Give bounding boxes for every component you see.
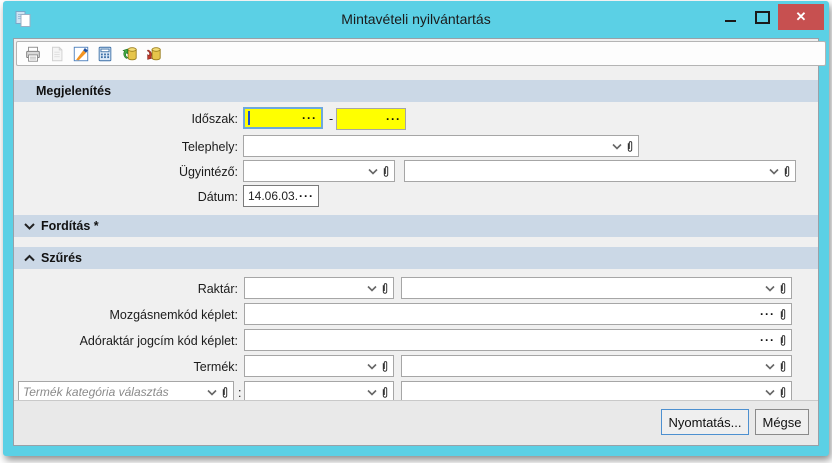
calculator-icon[interactable] [93,43,117,64]
minimize-icon [725,20,736,22]
paperclip-icon[interactable] [221,386,229,399]
window-controls: ✕ [714,4,824,30]
idoszak-from-ellipsis-button[interactable]: ··· [302,113,317,123]
termek-name-combobox[interactable] [401,355,792,377]
print-icon[interactable] [21,43,45,64]
datum-value: 14.06.03. [244,189,299,203]
datum-label: Dátum: [14,186,238,208]
chevron-down-icon[interactable] [612,143,622,150]
toolbar [16,41,826,66]
adoraktar-label: Adóraktár jogcím kód képlet: [14,330,238,352]
chevron-down-icon [24,222,35,230]
paperclip-icon[interactable] [783,165,791,178]
section-forditas[interactable]: Fordítás * [14,215,818,237]
paperclip-icon[interactable] [779,282,787,295]
paperclip-icon[interactable] [381,360,389,373]
mozgasnemkod-field[interactable]: ··· [244,303,792,325]
ugyintezo-name-combobox[interactable] [404,160,796,182]
chevron-down-icon[interactable] [765,285,775,292]
paperclip-icon[interactable] [779,386,787,399]
minimize-button[interactable] [714,4,746,30]
idoszak-label: Időszak: [14,108,238,130]
paperclip-icon[interactable] [779,334,787,347]
maximize-icon [755,11,770,24]
chevron-down-icon[interactable] [368,168,378,175]
maximize-button[interactable] [746,4,778,30]
section-szures[interactable]: Szűrés [14,247,818,269]
paperclip-icon[interactable] [779,308,787,321]
idoszak-separator: - [329,108,333,130]
chevron-down-icon[interactable] [207,389,217,396]
window-title: Mintavételi nyilvántartás [8,11,824,27]
paperclip-icon[interactable] [381,386,389,399]
title-bar: Mintavételi nyilvántartás ✕ [8,6,824,33]
footer-bar: Nyomtatás... Mégse [14,400,818,445]
chevron-down-icon[interactable] [765,363,775,370]
chevron-down-icon[interactable] [367,285,377,292]
database-import-icon[interactable] [117,43,141,64]
raktar-combobox[interactable] [244,277,394,299]
dialog-client-area: Megjelenítés Időszak: ··· - ··· Telephel… [13,38,819,446]
raktar-label: Raktár: [14,278,238,300]
adoraktar-ellipsis-button[interactable]: ··· [760,335,775,345]
close-button[interactable]: ✕ [778,4,824,30]
idoszak-to-ellipsis-button[interactable]: ··· [386,114,401,124]
mozgasnemkod-ellipsis-button[interactable]: ··· [760,309,775,319]
chevron-down-icon[interactable] [765,389,775,396]
idoszak-from-field[interactable]: ··· [243,107,323,129]
cancel-button[interactable]: Mégse [755,409,809,435]
chevron-down-icon[interactable] [367,363,377,370]
section-title: Szűrés [41,251,82,265]
datum-field[interactable]: 14.06.03. ··· [243,185,319,207]
screenshot-stage: Mintavételi nyilvántartás ✕ [0,0,832,463]
termek-label: Termék: [14,356,238,378]
telephely-label: Telephely: [14,136,238,158]
datum-ellipsis-button[interactable]: ··· [299,191,314,201]
section-title: Fordítás * [41,219,99,233]
ugyintezo-combobox[interactable] [243,160,395,182]
close-icon: ✕ [796,9,807,25]
adoraktar-field[interactable]: ··· [244,329,792,351]
termek-combobox[interactable] [244,355,394,377]
section-title: Megjelenítés [36,84,111,98]
paperclip-icon[interactable] [626,140,634,153]
dialog-window: Mintavételi nyilvántartás ✕ [3,1,829,456]
paperclip-icon[interactable] [382,165,390,178]
idoszak-to-field[interactable]: ··· [336,108,406,130]
database-export-icon[interactable] [141,43,165,64]
chevron-down-icon[interactable] [367,389,377,396]
print-preview-icon [45,43,69,64]
paperclip-icon[interactable] [381,282,389,295]
termek-kategoria-placeholder: Termék kategória választás [19,385,207,399]
telephely-combobox[interactable] [243,135,639,157]
chevron-up-icon [24,254,35,262]
raktar-name-combobox[interactable] [401,277,792,299]
edit-layout-icon[interactable] [69,43,93,64]
mozgasnemkod-label: Mozgásnemkód képlet: [14,304,238,326]
ugyintezo-label: Ügyintéző: [14,161,238,183]
paperclip-icon[interactable] [779,360,787,373]
print-button[interactable]: Nyomtatás... [661,409,749,435]
chevron-down-icon[interactable] [769,168,779,175]
text-caret [248,111,250,125]
section-megjelenites: Megjelenítés [14,80,818,102]
